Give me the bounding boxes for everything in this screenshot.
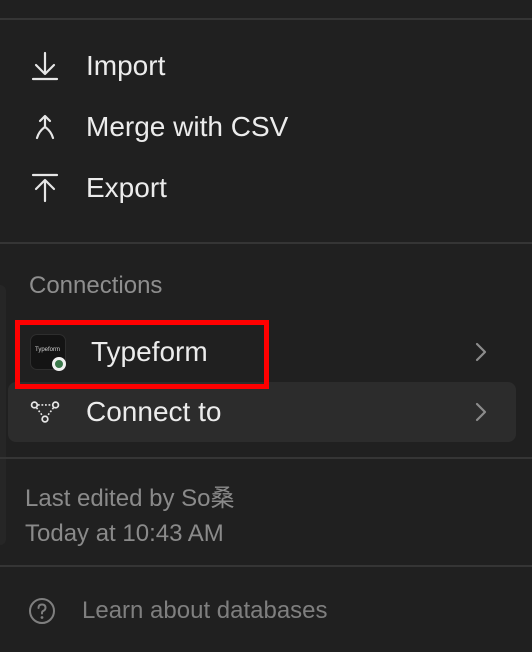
- typeform-connection-item[interactable]: Typeform Typeform: [8, 322, 516, 382]
- top-divider: [0, 18, 532, 20]
- question-circle-icon: [28, 597, 56, 625]
- connected-status-dot: [52, 357, 66, 371]
- connection-nodes-icon: [30, 397, 60, 427]
- connect-to-label: Connect to: [86, 396, 222, 427]
- merge-with-csv-menu-item[interactable]: Merge with CSV: [8, 97, 516, 157]
- import-menu-item[interactable]: Import: [8, 36, 516, 96]
- chevron-right-icon: [474, 340, 488, 364]
- typeform-logo: Typeform: [30, 334, 66, 371]
- arrow-up-from-line-icon: [30, 173, 60, 203]
- side-panel-edge: [0, 285, 6, 545]
- export-menu-item[interactable]: Export: [8, 158, 516, 218]
- typeform-label: Typeform: [91, 336, 208, 367]
- connect-to-item[interactable]: Connect to: [8, 382, 516, 442]
- chevron-right-icon: [474, 400, 488, 424]
- typeform-logo-text: Typeform: [35, 347, 61, 353]
- learn-about-databases-label: Learn about databases: [82, 597, 328, 624]
- footer-divider: [0, 565, 532, 567]
- import-label: Import: [86, 50, 166, 81]
- meta-divider: [0, 457, 532, 459]
- section-divider: [0, 242, 532, 244]
- arrow-down-to-line-icon: [30, 51, 60, 81]
- last-edited-by: Last edited by So桑: [25, 485, 235, 512]
- learn-about-databases-link[interactable]: Learn about databases: [28, 594, 328, 628]
- merge-with-csv-label: Merge with CSV: [86, 111, 289, 142]
- connections-heading: Connections: [29, 272, 163, 299]
- last-edited-time: Today at 10:43 AM: [25, 520, 224, 547]
- merge-icon: [30, 112, 60, 142]
- export-label: Export: [86, 172, 167, 203]
